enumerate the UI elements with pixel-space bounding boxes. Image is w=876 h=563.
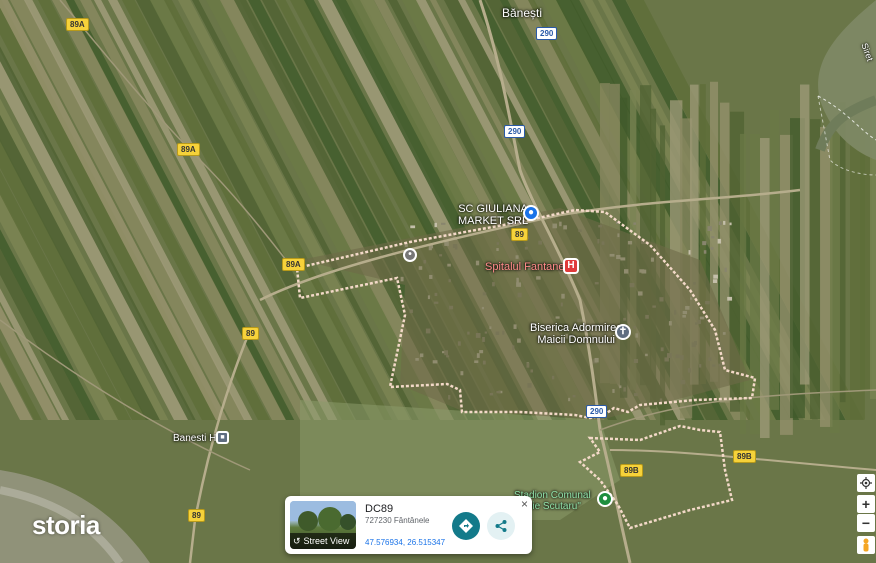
building-dot (713, 274, 718, 279)
route-shield-89b: 89B (733, 450, 756, 463)
hospital-icon[interactable]: H (563, 258, 579, 274)
route-shield-89: 89 (511, 228, 528, 241)
zoom-out-button[interactable]: − (857, 514, 875, 532)
directions-button[interactable] (452, 512, 480, 540)
poi-label-line: SC GIULIANA (458, 203, 528, 215)
street-view-text: Street View (303, 536, 350, 546)
crosshair-icon (860, 477, 872, 489)
route-shield-89a: 89A (66, 18, 89, 31)
location-info-card: ↺ Street View DC89 727230 Fântânele 47.5… (285, 496, 532, 554)
train-station-icon[interactable]: ■ (216, 431, 229, 444)
route-shield-89a: 89A (282, 258, 305, 271)
route-shield-89a: 89A (177, 143, 200, 156)
close-icon[interactable]: × (521, 497, 528, 511)
zoom-in-button[interactable]: + (857, 495, 875, 513)
poi-label-line: MARKET SRL (458, 215, 529, 227)
building-dot (688, 250, 691, 255)
location-coordinates[interactable]: 47.576934, 26.515347 (365, 538, 445, 547)
building-dot (703, 250, 707, 254)
street-view-label[interactable]: ↺ Street View (290, 533, 356, 549)
directions-icon (459, 519, 473, 533)
church-icon[interactable]: ✝ (615, 324, 631, 340)
poi-label-line: Maicii Domnului (537, 334, 615, 346)
street-view-icon: ↺ (293, 535, 301, 546)
field-strip (740, 133, 747, 434)
field-strip (760, 138, 770, 439)
building-dot (727, 296, 733, 301)
poi-label-line: Biserica Adormirea (530, 322, 623, 334)
building-dot (410, 225, 416, 229)
building-dot (723, 220, 726, 225)
pegman-icon (863, 538, 869, 552)
location-title: DC89 (365, 503, 394, 515)
field-strip (750, 134, 760, 435)
building-dot (702, 241, 707, 246)
field-strip (770, 109, 780, 410)
stadium-icon[interactable]: ● (597, 491, 613, 507)
share-icon (495, 520, 507, 532)
poi-label-biserica[interactable]: Biserica Adormirea Maicii Domnului (530, 322, 622, 346)
route-shield-290: 290 (536, 27, 558, 40)
building-dot (441, 222, 446, 225)
my-location-button[interactable] (857, 474, 875, 492)
field-strip (830, 132, 840, 433)
building-dot (434, 222, 437, 228)
location-pin-icon[interactable]: • (403, 248, 417, 262)
poi-label-giuliana[interactable]: SC GIULIANA MARKET SRL (458, 203, 528, 227)
building-dot (718, 221, 722, 226)
route-shield-290: 290 (586, 405, 608, 418)
field-strip (800, 84, 810, 385)
satellite-map[interactable]: 89A 89A 89A 89 89 89 89B 89B 290 290 290… (0, 0, 876, 563)
building-dot (712, 279, 718, 283)
field-strip (810, 119, 821, 420)
shopping-bag-icon[interactable]: ● (523, 205, 539, 221)
building-dot (724, 267, 727, 273)
building-dot (717, 238, 722, 244)
satellite-terrain (0, 0, 876, 563)
street-view-image (290, 501, 356, 531)
poi-label-spital[interactable]: Spitalul Fantanele (485, 261, 573, 273)
share-button[interactable] (487, 512, 515, 540)
place-label-banesti[interactable]: Bănești (502, 7, 542, 19)
pegman-button[interactable] (857, 536, 875, 554)
route-shield-290: 290 (504, 125, 526, 138)
street-view-thumbnail[interactable]: ↺ Street View (290, 501, 356, 549)
field-strip (840, 102, 846, 403)
brand-logo: storia (32, 510, 100, 540)
route-shield-89: 89 (242, 327, 259, 340)
building-dot (633, 222, 637, 225)
route-shield-89b: 89B (620, 464, 643, 477)
location-address: 727230 Fântânele (365, 516, 430, 525)
building-dot (710, 247, 714, 250)
building-dot (711, 236, 715, 239)
place-label-banesti-h[interactable]: Banesti H. (173, 433, 219, 445)
building-dot (707, 226, 712, 231)
building-dot (729, 222, 732, 226)
route-shield-89: 89 (188, 509, 205, 522)
